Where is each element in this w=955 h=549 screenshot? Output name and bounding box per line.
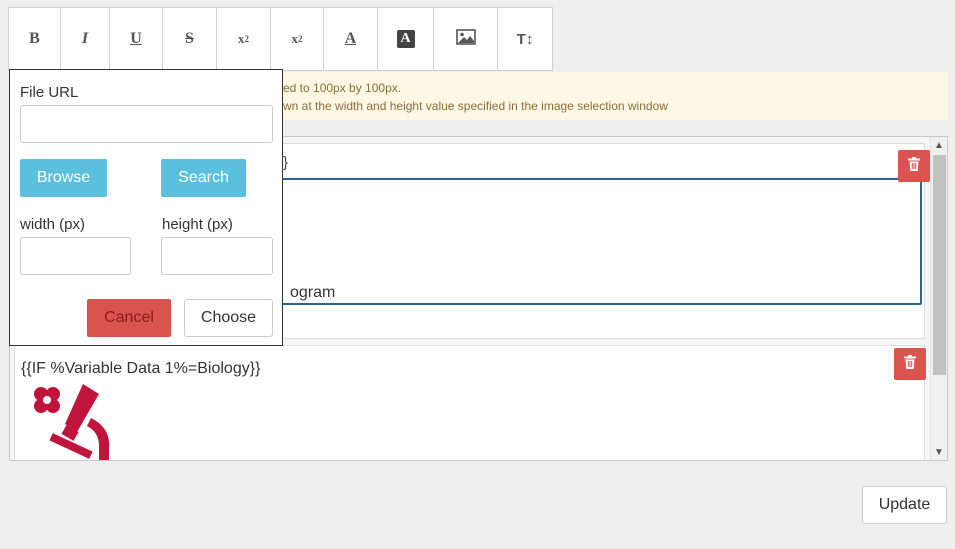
cancel-button[interactable]: Cancel — [87, 299, 171, 337]
superscript-exp: 2 — [244, 34, 250, 44]
italic-label: I — [81, 30, 89, 47]
content-block[interactable]: {{IF %Variable Data 1%=Biology}} — [14, 345, 926, 460]
subscript-exp: 2 — [298, 34, 303, 44]
image-selection-popup: File URL Browse Search width (px) height… — [9, 69, 283, 346]
width-label: width (px) — [20, 216, 86, 233]
underline-button[interactable]: U — [110, 8, 163, 70]
block-condition-text: } — [283, 154, 289, 171]
scroll-down-icon[interactable]: ▼ — [931, 444, 947, 460]
height-input[interactable] — [161, 237, 273, 275]
search-button[interactable]: Search — [161, 159, 246, 197]
underline-label: U — [130, 30, 142, 47]
bold-button[interactable]: B — [9, 8, 61, 70]
background-color-button[interactable]: A — [378, 8, 434, 70]
delete-block-button[interactable] — [894, 348, 926, 380]
notice-line-2: wn at the width and height value specifi… — [283, 99, 668, 113]
scroll-up-icon[interactable]: ▲ — [931, 137, 947, 153]
file-url-input[interactable] — [20, 105, 273, 143]
microscope-icon — [31, 384, 121, 460]
font-size-label: T↕ — [516, 30, 534, 48]
font-color-label: A — [344, 30, 357, 47]
height-label: height (px) — [162, 216, 233, 233]
trash-icon — [904, 354, 916, 374]
strikethrough-button[interactable]: S — [163, 8, 217, 70]
notice-line-1: ed to 100px by 100px. — [283, 81, 402, 95]
image-size-notice: ed to 100px by 100px. wn at the width an… — [283, 72, 948, 120]
font-size-button[interactable]: T↕ — [498, 8, 552, 70]
file-url-label: File URL — [20, 84, 79, 101]
vertical-scrollbar[interactable]: ▲ ▼ — [930, 137, 947, 460]
delete-block-button[interactable] — [898, 150, 930, 182]
formatting-toolbar: B I U S x2 x2 A A T↕ — [8, 7, 553, 71]
browse-button[interactable]: Browse — [20, 159, 107, 197]
block-condition-text: {{IF %Variable Data 1%=Biology}} — [21, 360, 261, 377]
update-button[interactable]: Update — [862, 486, 947, 524]
font-color-button[interactable]: A — [324, 8, 378, 70]
subscript-button[interactable]: x2 — [271, 8, 324, 70]
width-input[interactable] — [20, 237, 131, 275]
choose-button[interactable]: Choose — [184, 299, 273, 337]
superscript-button[interactable]: x2 — [217, 8, 271, 70]
trash-icon — [908, 156, 920, 176]
strikethrough-label: S — [185, 30, 194, 47]
insert-image-button[interactable] — [434, 8, 498, 70]
image-icon — [455, 28, 476, 50]
italic-button[interactable]: I — [61, 8, 110, 70]
scrollbar-thumb[interactable] — [933, 155, 946, 375]
bold-label: B — [29, 30, 40, 47]
editor-text-line: ogram — [290, 284, 336, 301]
background-color-label: A — [396, 30, 415, 48]
